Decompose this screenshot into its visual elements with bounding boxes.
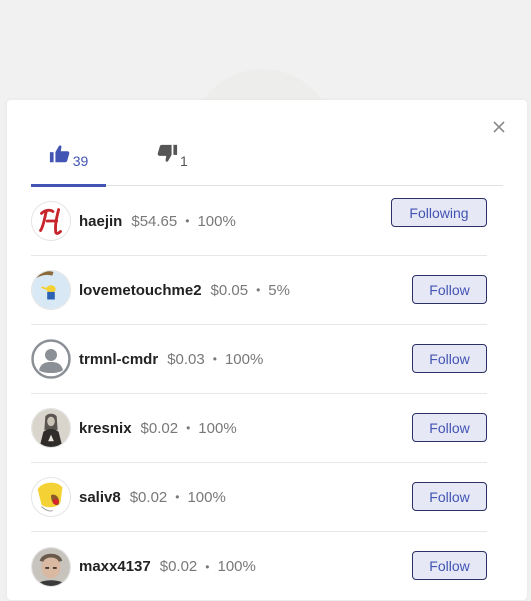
vote-amount: $0.02 [129,488,168,506]
follow-button[interactable]: Follow [412,344,487,373]
vote-tabs: 39 1 [31,138,503,187]
haejin-avatar-image [32,202,70,240]
saliv8-avatar-image [32,478,70,516]
vote-percent: 100% [187,488,226,506]
voter-row: trmnl-cmdr $0.03 • 100% Follow [31,325,487,394]
separator-dot: • [212,352,217,366]
close-icon [493,121,505,133]
voter-username[interactable]: kresnix [79,420,132,437]
voter-username[interactable]: haejin [79,213,122,230]
separator-dot: • [186,421,191,435]
voter-username[interactable]: saliv8 [79,489,121,506]
vote-percent: 100% [198,419,237,437]
follow-button[interactable]: Follow [412,551,487,580]
downvote-count: 1 [180,153,188,169]
vote-percent: 5% [268,281,290,299]
vote-amount: $0.02 [140,419,179,437]
separator-dot: • [185,214,190,228]
avatar[interactable] [31,477,71,517]
separator-dot: • [175,490,180,504]
voter-row: kresnix $0.02 • 100% Follow [31,394,487,463]
voter-username[interactable]: maxx4137 [79,558,151,575]
vote-percent: 100% [217,558,256,575]
thumbs-up-icon [49,145,69,163]
voter-row: maxx4137 $0.02 • 100% Follow [31,532,487,601]
voter-username[interactable]: trmnl-cmdr [79,351,158,368]
tab-downvotes[interactable]: 1 [156,138,196,186]
thumbs-down-icon [157,144,178,162]
voter-row: lovemetouchme2 $0.05 • 5% Follow [31,256,487,325]
avatar[interactable] [31,408,71,448]
separator-dot: • [205,559,210,574]
follow-button[interactable]: Follow [412,482,487,511]
vote-amount: $0.03 [167,350,205,368]
separator-dot: • [256,283,261,297]
voter-row: haejin $54.65 • 100% Following [31,187,487,256]
upvote-count: 39 [72,153,89,169]
vote-amount: $54.65 [131,212,178,230]
voter-username[interactable]: lovemetouchme2 [79,282,202,299]
avatar[interactable] [31,270,71,310]
tab-upvotes[interactable]: 39 [31,138,106,187]
voter-row: saliv8 $0.02 • 100% Follow [31,463,487,532]
vote-amount: $0.05 [210,281,249,299]
follow-button[interactable]: Follow [412,275,487,304]
vote-amount: $0.02 [159,558,198,575]
close-button[interactable] [491,119,507,135]
vote-percent: 100% [197,212,236,230]
follow-button[interactable]: Follow [412,413,487,442]
vote-percent: 100% [224,350,264,368]
votes-modal: 39 1 haejin $54.65 • 100% Following love… [7,100,527,600]
avatar[interactable] [31,201,71,241]
following-button[interactable]: Following [391,198,487,227]
lovemetouchme2-avatar-image [32,271,70,309]
kresnix-avatar-image [32,409,70,447]
avatar[interactable] [31,339,71,379]
avatar[interactable] [31,546,71,587]
default-user-icon [31,339,71,379]
voter-list: haejin $54.65 • 100% Following lovemetou… [31,187,487,601]
